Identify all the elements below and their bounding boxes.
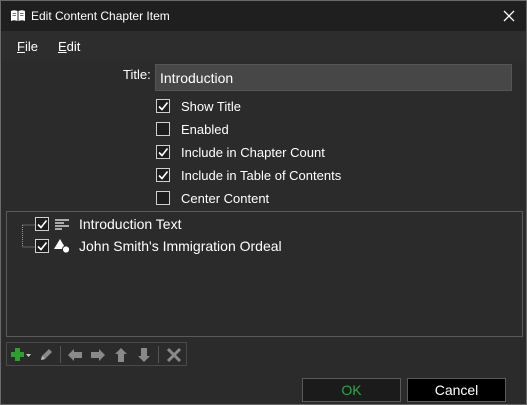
edit-button[interactable] bbox=[36, 344, 56, 365]
tree-item-checkbox[interactable] bbox=[35, 239, 49, 253]
window-title: Edit Content Chapter Item bbox=[31, 9, 170, 23]
text-lines-icon bbox=[53, 216, 71, 232]
move-right-icon bbox=[91, 348, 105, 361]
dropdown-arrow-icon bbox=[26, 353, 31, 357]
checkmark-icon bbox=[158, 102, 169, 111]
move-up-icon bbox=[115, 347, 127, 362]
tree-item[interactable]: Introduction Text bbox=[35, 214, 181, 234]
edit-pencil-icon bbox=[41, 348, 52, 360]
cancel-button[interactable]: Cancel bbox=[407, 378, 506, 402]
toolbar-separator bbox=[60, 346, 61, 363]
option-enabled[interactable]: Enabled bbox=[156, 120, 229, 138]
option-include-toc[interactable]: Include in Table of Contents bbox=[156, 166, 341, 184]
tree-item-label: Introduction Text bbox=[79, 216, 182, 232]
menu-bar: File Edit bbox=[1, 31, 526, 61]
move-right-button[interactable] bbox=[88, 344, 108, 365]
checkmark-icon bbox=[158, 148, 169, 157]
ok-button[interactable]: OK bbox=[302, 378, 401, 402]
tree-item-checkbox[interactable] bbox=[35, 217, 49, 231]
title-field-label: Title: bbox=[123, 67, 151, 82]
title-input[interactable] bbox=[155, 64, 512, 91]
checkmark-icon bbox=[37, 220, 48, 229]
checkmark-icon bbox=[37, 242, 48, 251]
menu-file[interactable]: File bbox=[17, 39, 38, 54]
shapes-icon bbox=[53, 238, 71, 254]
title-bar: Edit Content Chapter Item bbox=[1, 1, 526, 31]
add-icon bbox=[11, 347, 24, 361]
dialog-window: Edit Content Chapter Item File Edit Titl… bbox=[0, 0, 527, 405]
option-center-content[interactable]: Center Content bbox=[156, 189, 269, 207]
book-icon bbox=[10, 9, 26, 22]
add-button[interactable] bbox=[9, 344, 33, 365]
include-toc-checkbox[interactable] bbox=[156, 168, 170, 182]
close-icon bbox=[503, 10, 515, 22]
include-chapter-count-checkbox[interactable] bbox=[156, 145, 170, 159]
move-left-button[interactable] bbox=[65, 344, 85, 365]
move-down-icon bbox=[138, 347, 150, 362]
delete-button[interactable] bbox=[163, 344, 185, 365]
delete-icon bbox=[166, 347, 182, 362]
show-title-checkbox[interactable] bbox=[156, 99, 170, 113]
move-up-button[interactable] bbox=[111, 344, 131, 365]
checkmark-icon bbox=[158, 171, 169, 180]
menu-edit[interactable]: Edit bbox=[58, 39, 80, 54]
close-button[interactable] bbox=[492, 1, 526, 31]
center-content-checkbox[interactable] bbox=[156, 191, 170, 205]
option-include-chapter-count[interactable]: Include in Chapter Count bbox=[156, 143, 325, 161]
tree-item-label: John Smith's Immigration Ordeal bbox=[79, 238, 282, 254]
tree-toolbar bbox=[6, 342, 187, 366]
content-tree[interactable]: Introduction Text John Smith's Immigrati… bbox=[6, 211, 523, 337]
move-down-button[interactable] bbox=[134, 344, 154, 365]
option-show-title[interactable]: Show Title bbox=[156, 97, 241, 115]
enabled-checkbox[interactable] bbox=[156, 122, 170, 136]
toolbar-separator bbox=[158, 346, 159, 363]
move-left-icon bbox=[68, 348, 82, 361]
tree-item[interactable]: John Smith's Immigration Ordeal bbox=[35, 236, 282, 256]
